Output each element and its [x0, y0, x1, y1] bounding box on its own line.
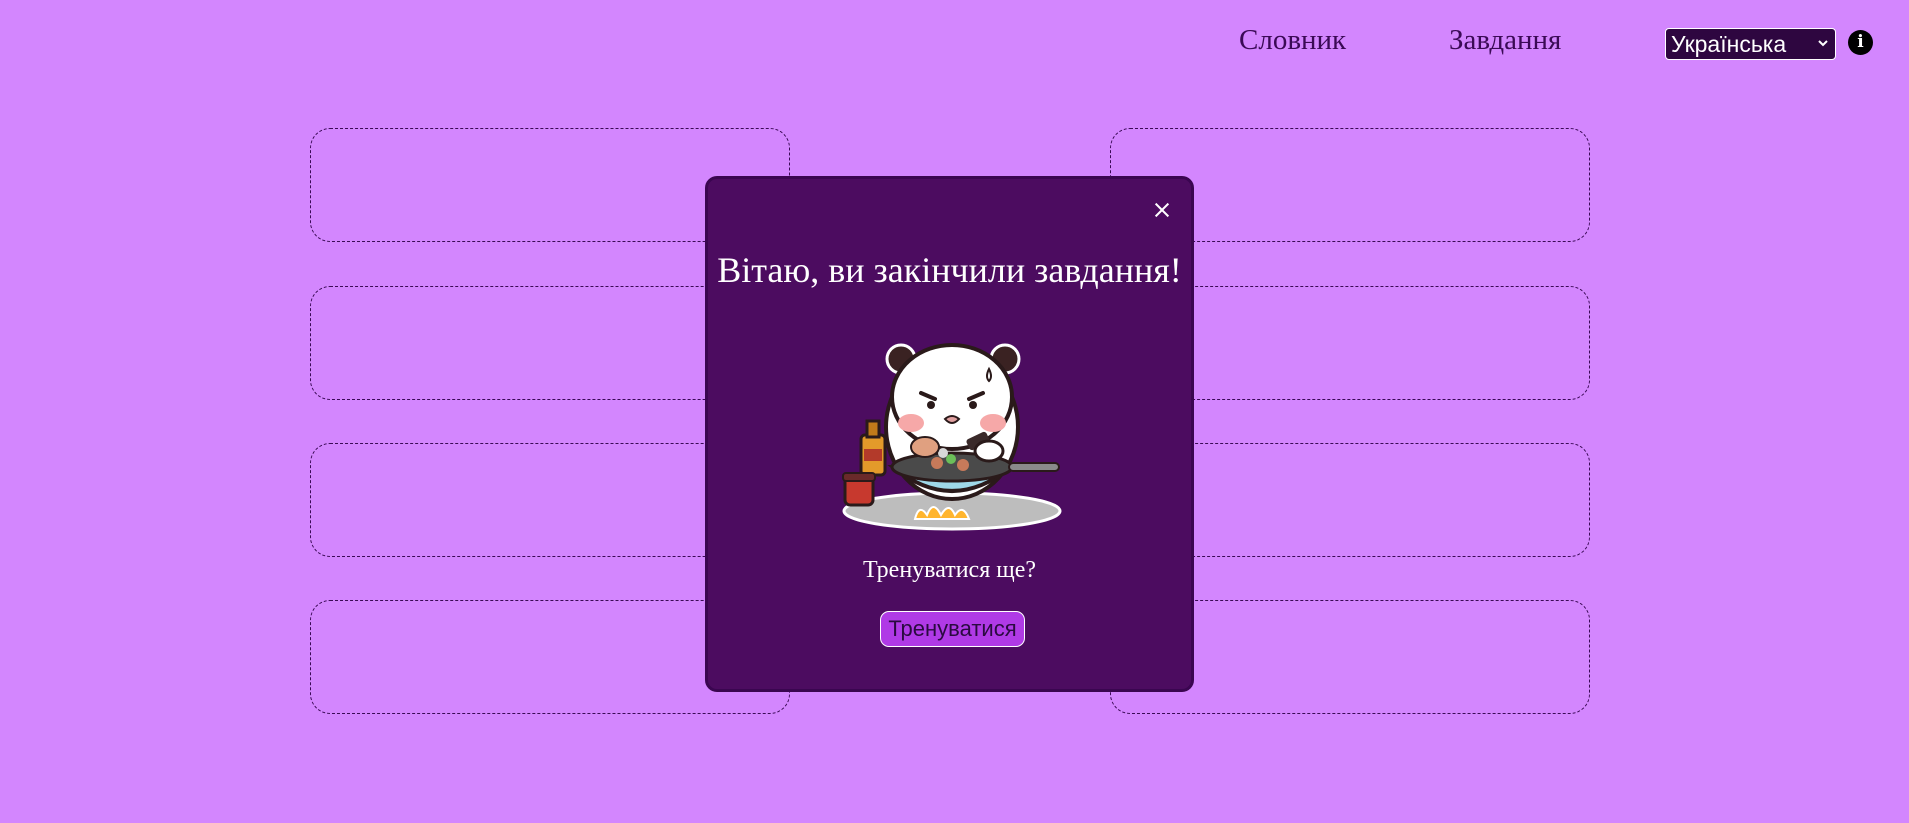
language-select[interactable]: Українська	[1665, 28, 1836, 60]
chevron-down-icon	[1817, 29, 1829, 70]
train-again-button[interactable]: Тренуватися	[880, 611, 1025, 647]
language-select-value: Українська	[1671, 31, 1787, 57]
top-nav: Словник Завдання Українська i	[0, 20, 1909, 64]
modal-title: Вітаю, ви закінчили завдання!	[717, 250, 1182, 290]
close-icon[interactable]	[1153, 201, 1171, 219]
nav-link-dictionary[interactable]: Словник	[1239, 24, 1346, 57]
modal-question: Тренуватися ще?	[862, 557, 1037, 583]
completion-modal: Вітаю, ви закінчили завдання! Тренуватис…	[705, 176, 1194, 692]
panda-cooking-sticker	[842, 343, 1062, 531]
nav-link-tasks[interactable]: Завдання	[1449, 24, 1561, 57]
info-icon[interactable]: i	[1848, 30, 1873, 55]
